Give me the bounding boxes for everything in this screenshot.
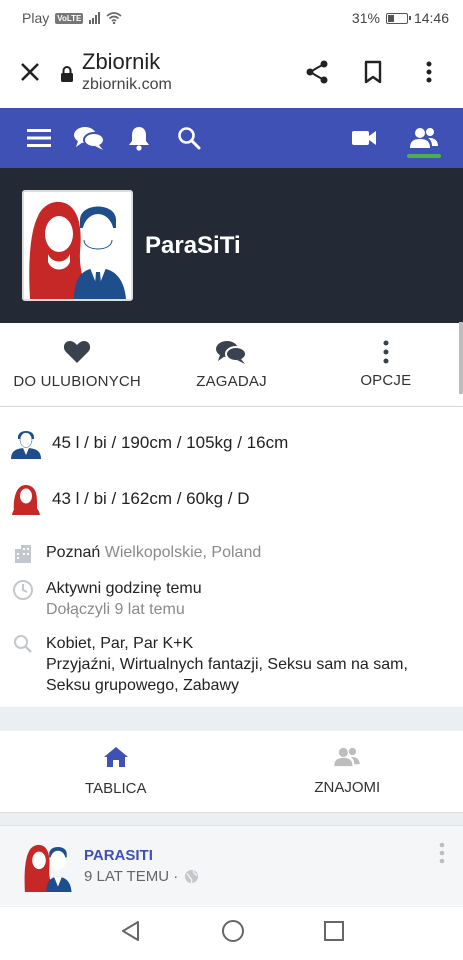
friends-icon xyxy=(334,747,360,767)
bookmark-icon xyxy=(364,60,382,84)
close-tab-button[interactable] xyxy=(0,62,60,82)
search-button[interactable] xyxy=(164,108,214,168)
region-text: Wielkopolskie, Poland xyxy=(104,544,262,561)
lock-icon xyxy=(61,66,73,82)
share-icon xyxy=(306,60,328,84)
male-person-icon xyxy=(11,431,41,459)
clock: 14:46 xyxy=(413,10,449,26)
menu-button[interactable] xyxy=(14,108,64,168)
seeking-what-text-1: Przyjaźni, Wirtualnych fantazji, Seksu s… xyxy=(46,656,408,673)
chat-bubbles-icon xyxy=(216,341,248,364)
seeking-row: Kobiet, Par, Par K+K Przyjaźni, Wirtualn… xyxy=(12,633,408,696)
male-details-text: 45 l / bi / 190cm / 105kg / 16cm xyxy=(52,433,289,452)
start-chat-button[interactable]: ZAGADAJ xyxy=(154,323,308,406)
profile-name: ParaSiTi xyxy=(145,231,241,259)
notifications-button[interactable] xyxy=(114,108,164,168)
female-person-icon xyxy=(12,485,40,515)
couple-avatar-icon xyxy=(24,192,131,299)
home-button[interactable] xyxy=(221,919,245,948)
post-timestamp: 9 LAT TEMU · xyxy=(84,867,179,885)
section-separator xyxy=(0,813,463,825)
couple-avatar-icon xyxy=(22,839,74,892)
url-block[interactable]: Zbiornik zbiornik.com xyxy=(60,49,299,95)
close-icon xyxy=(21,63,39,81)
scrollbar-thumb[interactable] xyxy=(459,322,463,394)
home-icon xyxy=(103,747,128,767)
more-vertical-icon xyxy=(439,842,445,864)
options-button[interactable]: OPCJE xyxy=(309,323,463,406)
volte-badge: VoLTE xyxy=(55,12,84,24)
globe-icon xyxy=(185,869,199,883)
bell-icon xyxy=(129,127,149,151)
messages-button[interactable] xyxy=(64,108,114,168)
page-title: Zbiornik xyxy=(82,49,161,74)
recents-square-icon xyxy=(323,921,344,941)
carrier-label: Play xyxy=(22,10,50,26)
wall-post: PARASITI 9 LAT TEMU · xyxy=(0,825,463,905)
signal-icon xyxy=(89,12,101,24)
tab-friends-label: ZNAJOMI xyxy=(314,779,381,796)
battery-icon xyxy=(385,12,411,24)
tab-friends[interactable]: ZNAJOMI xyxy=(232,731,463,812)
system-navigation-bar xyxy=(0,906,463,960)
post-options-button[interactable] xyxy=(439,842,445,869)
back-triangle-icon xyxy=(121,921,139,941)
wifi-icon xyxy=(106,12,122,24)
profile-avatar[interactable] xyxy=(22,190,133,301)
last-active-text: Aktywni godzinę temu xyxy=(46,580,202,597)
options-label: OPCJE xyxy=(360,372,412,389)
browser-toolbar: Zbiornik zbiornik.com xyxy=(0,36,463,108)
active-nav-indicator xyxy=(407,154,441,158)
female-details-row: 43 l / bi / 162cm / 60kg / D xyxy=(10,483,249,515)
battery-percent: 31% xyxy=(351,10,380,26)
more-vertical-icon xyxy=(383,340,389,364)
joined-text: Dołączyli 9 lat temu xyxy=(46,601,185,618)
seeking-what-text-2: Seksu grupowego, Zabawy xyxy=(46,677,239,694)
search-icon xyxy=(14,635,32,653)
friends-nav-button[interactable] xyxy=(399,108,449,168)
friends-icon xyxy=(410,128,438,148)
city-text: Poznań xyxy=(46,544,101,561)
seeking-who-text: Kobiet, Par, Par K+K xyxy=(46,635,194,652)
video-button[interactable] xyxy=(339,108,389,168)
location-row: Poznań Wielkopolskie, Poland xyxy=(12,542,261,563)
app-nav xyxy=(0,108,463,168)
hamburger-icon xyxy=(27,129,51,147)
profile-actions: DO ULUBIONYCH ZAGADAJ OPCJE xyxy=(0,323,463,407)
activity-row: Aktywni godzinę temu Dołączyli 9 lat tem… xyxy=(12,578,202,620)
video-camera-icon xyxy=(352,131,376,145)
post-author-name[interactable]: PARASITI xyxy=(84,847,199,864)
heart-icon xyxy=(64,341,91,363)
male-details-row: 45 l / bi / 190cm / 105kg / 16cm xyxy=(10,427,288,459)
bookmark-button[interactable] xyxy=(355,54,391,90)
back-button[interactable] xyxy=(120,920,142,947)
post-author-avatar[interactable] xyxy=(22,839,74,892)
browser-menu-button[interactable] xyxy=(411,54,447,90)
profile-tabs: TABLICA ZNAJOMI xyxy=(0,731,463,813)
add-to-favorites-button[interactable]: DO ULUBIONYCH xyxy=(0,323,154,406)
tab-wall[interactable]: TABLICA xyxy=(0,731,232,812)
search-icon xyxy=(178,127,201,150)
share-button[interactable] xyxy=(299,54,335,90)
female-details-text: 43 l / bi / 162cm / 60kg / D xyxy=(52,489,250,508)
favorites-label: DO ULUBIONYCH xyxy=(13,373,141,390)
building-icon xyxy=(15,545,31,563)
profile-header: ParaSiTi xyxy=(0,168,463,323)
page-url: zbiornik.com xyxy=(82,76,172,93)
chat-label: ZAGADAJ xyxy=(196,373,267,390)
recents-button[interactable] xyxy=(323,921,344,946)
clock-icon xyxy=(13,580,33,600)
profile-details: 45 l / bi / 190cm / 105kg / 16cm 43 l / … xyxy=(0,407,463,707)
section-separator xyxy=(0,707,463,731)
chat-bubbles-icon xyxy=(74,127,105,150)
tab-wall-label: TABLICA xyxy=(85,780,147,797)
home-circle-icon xyxy=(221,920,244,942)
status-bar: Play VoLTE 31% 14:46 xyxy=(0,0,463,36)
more-vertical-icon xyxy=(426,61,432,83)
